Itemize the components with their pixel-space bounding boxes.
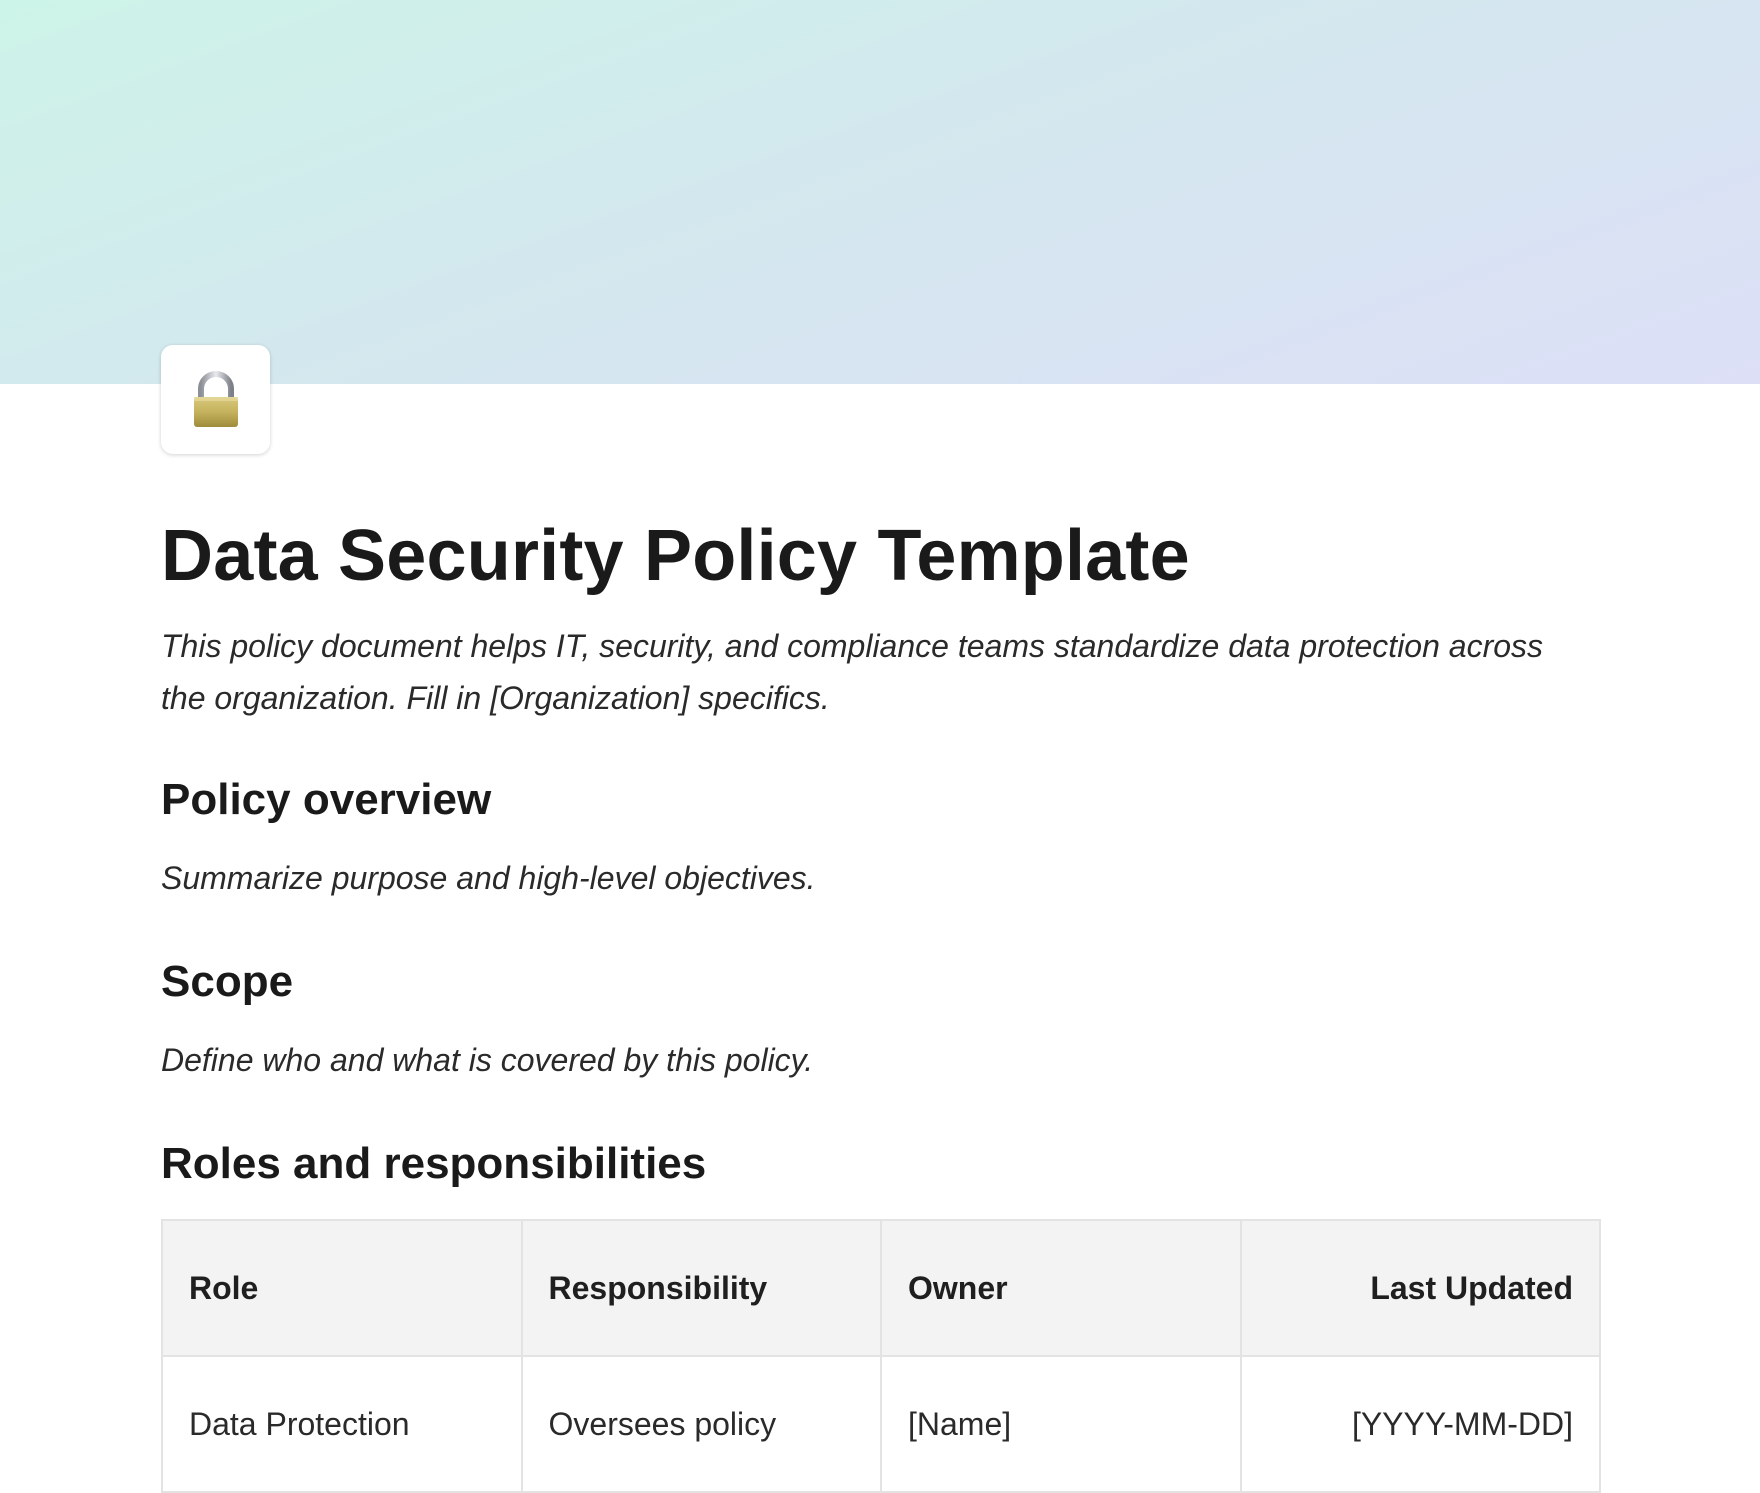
column-header-role[interactable]: Role <box>161 1219 523 1357</box>
table-cell-responsibility[interactable]: Oversees policy <box>520 1355 882 1493</box>
table-cell-role[interactable]: Data Protection <box>161 1355 523 1493</box>
column-header-owner[interactable]: Owner <box>880 1219 1242 1357</box>
column-header-responsibility[interactable]: Responsibility <box>520 1219 882 1357</box>
page-cover <box>0 0 1760 384</box>
column-header-last-updated[interactable]: Last Updated <box>1239 1219 1601 1357</box>
table-cell-last-updated[interactable]: [YYYY-MM-DD] <box>1239 1355 1601 1493</box>
heading-scope[interactable]: Scope <box>161 954 293 1010</box>
page-title[interactable]: Data Security Policy Template <box>161 512 1190 600</box>
heading-policy-overview[interactable]: Policy overview <box>161 772 491 828</box>
page-icon-button[interactable] <box>161 345 270 454</box>
policy-overview-text[interactable]: Summarize purpose and high-level objecti… <box>161 856 816 900</box>
table-cell-owner[interactable]: [Name] <box>880 1355 1242 1493</box>
table-header-row: Role Responsibility Owner Last Updated <box>161 1219 1601 1357</box>
table-row: Data Protection Oversees policy [Name] [… <box>161 1355 1601 1493</box>
page-description[interactable]: This policy document helps IT, security,… <box>161 620 1581 724</box>
lock-icon <box>193 370 238 427</box>
heading-roles[interactable]: Roles and responsibilities <box>161 1136 706 1192</box>
scope-text[interactable]: Define who and what is covered by this p… <box>161 1038 813 1082</box>
roles-table: Role Responsibility Owner Last Updated D… <box>161 1219 1601 1493</box>
